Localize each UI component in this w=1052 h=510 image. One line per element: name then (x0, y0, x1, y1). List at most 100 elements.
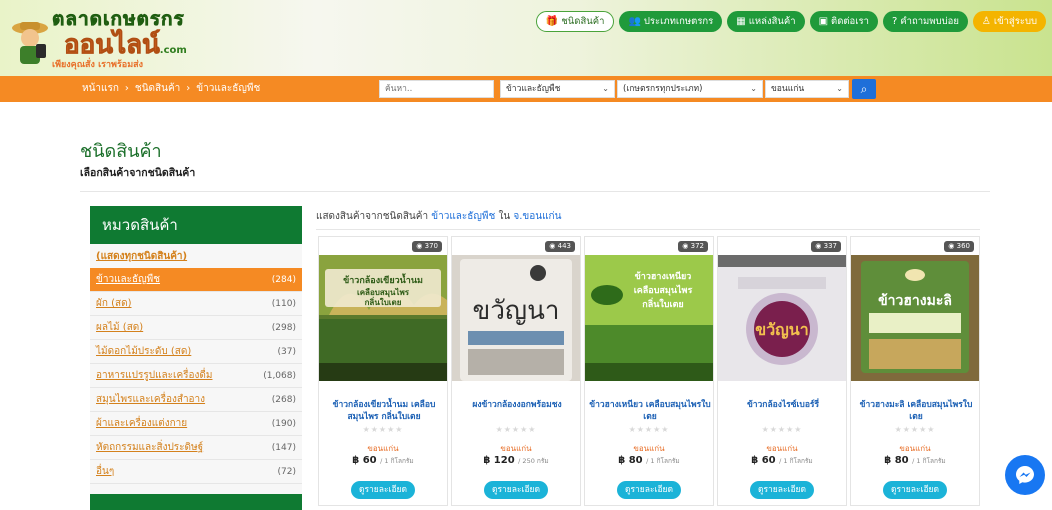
product-image[interactable]: ข้าวกล้องเขียวน้ำนม เคลือบสมุนไพร กลิ่นใ… (319, 255, 447, 381)
farmer-mascot-icon (12, 22, 48, 64)
product-image[interactable]: ขวัญนา (718, 255, 846, 381)
category-sidebar: หมวดสินค้า (แสดงทุกชนิดสินค้า) ข้าวและธั… (90, 206, 302, 510)
divider (316, 229, 980, 230)
listing-summary: แสดงสินค้าจากชนิดสินค้า ข้าวและธัญพืช ใน… (316, 211, 562, 222)
farmer-type-select[interactable]: (เกษตรกรทุกประเภท) ⌄ (617, 80, 763, 98)
nav-login[interactable]: ♙ เข้าสู่ระบบ (972, 11, 1046, 32)
product-province: ขอนแก่น (766, 444, 798, 453)
sidebar-item-flowers[interactable]: ไม้ดอกไม้ประดับ (สด) (37) (90, 340, 302, 364)
breadcrumb-current: ข้าวและธัญพืช (196, 83, 261, 94)
view-count-badge: ◉ 443 (545, 241, 575, 252)
breadcrumb-product-type[interactable]: ชนิดสินค้า (135, 83, 180, 94)
sidebar-show-all[interactable]: (แสดงทุกชนิดสินค้า) (90, 246, 302, 268)
product-name[interactable]: ผงข้าวกล้องงอกพร้อมชง (456, 399, 578, 411)
chevron-right-icon: › (124, 83, 129, 94)
product-price: ฿ 60 / 1 กิโลกรัม (352, 455, 414, 466)
rating-stars: ★★★★★ (362, 425, 404, 434)
search-button[interactable]: ⌕ (852, 79, 876, 99)
product-card[interactable]: ◉ 372 ข้าวฮางเหนียว เคลือบสมุนไพร กลิ่นใ… (584, 236, 714, 506)
svg-text:ขวัญนา: ขวัญนา (755, 320, 808, 340)
svg-text:ขวัญนา: ขวัญนา (473, 296, 560, 326)
nav-farmer-type[interactable]: 👥 ประเภทเกษตรกร (619, 11, 723, 32)
product-card[interactable]: ◉ 370 ข้าวกล้องเขียวน้ำนม เคลือบสมุนไพร … (318, 236, 448, 506)
product-province: ขอนแก่น (633, 444, 665, 453)
chevron-down-icon: ⌄ (602, 84, 609, 93)
chevron-down-icon: ⌄ (750, 84, 757, 93)
chevron-down-icon: ⌄ (836, 84, 843, 93)
search-icon: ⌕ (860, 82, 868, 96)
powder-package-image: ขวัญนา (452, 255, 580, 381)
nav-contact[interactable]: ▣ ติดต่อเรา (809, 11, 878, 32)
sidebar-item-processed-food[interactable]: อาหารแปรรูปและเครื่องดื่ม (1,068) (90, 364, 302, 388)
svg-text:เคลือบสมุนไพร: เคลือบสมุนไพร (634, 284, 693, 296)
user-icon: ♙ (981, 16, 991, 27)
svg-text:เคลือบสมุนไพร: เคลือบสมุนไพร (357, 287, 410, 298)
riceberry-package-image: ขวัญนา (718, 255, 846, 381)
nav-source[interactable]: ▦ แหล่งสินค้า (727, 11, 805, 32)
product-price: ฿ 120 / 250 กรัม (483, 455, 549, 466)
nav-product-type[interactable]: 🎁 ชนิดสินค้า (535, 11, 615, 32)
view-detail-button[interactable]: ดูรายละเอียด (351, 481, 415, 499)
product-name[interactable]: ข้าวกล้องเขียวน้ำนม เคลือบสมุนไพร กลิ่นใ… (323, 399, 445, 423)
category-select[interactable]: ข้าวและธัญพืช ⌄ (500, 80, 615, 98)
product-image[interactable]: ขวัญนา (452, 255, 580, 381)
product-card[interactable]: ◉ 360 ข้าวฮางมะลิ ข้าวฮางมะลิ เคลือบสมุน… (850, 236, 980, 506)
product-card[interactable]: ◉ 443 ขวัญนา ผงข้าวกล้องงอกพร้อมชง ★★★★★… (451, 236, 581, 506)
sidebar-item-textiles[interactable]: ผ้าและเครื่องแต่งกาย (190) (90, 412, 302, 436)
province-select[interactable]: ขอนแก่น ⌄ (765, 80, 849, 98)
product-province: ขอนแก่น (899, 444, 931, 453)
sidebar-item-others[interactable]: อื่นๆ (72) (90, 460, 302, 484)
svg-text:กลิ่นใบเตย: กลิ่นใบเตย (365, 296, 402, 307)
sidebar-item-fruits[interactable]: ผลไม้ (สด) (298) (90, 316, 302, 340)
rating-stars: ★★★★★ (894, 425, 936, 434)
top-navigation: 🎁 ชนิดสินค้า 👥 ประเภทเกษตรกร ▦ แหล่งสินค้า … (535, 11, 1046, 32)
product-province: ขอนแก่น (500, 444, 532, 453)
sidebar-title: หมวดสินค้า (90, 206, 302, 244)
users-icon: 👥 (628, 16, 641, 27)
view-detail-button[interactable]: ดูรายละเอียด (883, 481, 947, 499)
site-logo[interactable]: ตลาดเกษตรกร ออนไลน์.com เพียงคุณสั่ง เรา… (8, 4, 218, 72)
view-detail-button[interactable]: ดูรายละเอียด (484, 481, 548, 499)
product-price: ฿ 80 / 1 กิโลกรัม (884, 455, 946, 466)
rating-stars: ★★★★★ (628, 425, 670, 434)
product-name[interactable]: ข้าวฮางมะลิ เคลือบสมุนไพรใบเตย (855, 399, 977, 423)
messenger-chat-button[interactable] (1005, 455, 1045, 495)
breadcrumb-search-bar: หน้าแรก › ชนิดสินค้า › ข้าวและธัญพืช ค้นหา..… (0, 76, 1052, 102)
rice-package-image: ข้าวฮางเหนียว เคลือบสมุนไพร กลิ่นใบเตย (585, 255, 713, 381)
product-image[interactable]: ข้าวฮางมะลิ (851, 255, 979, 381)
nav-faq[interactable]: ? คำถามพบบ่อย (882, 11, 968, 32)
jasmine-package-image: ข้าวฮางมะลิ (851, 255, 979, 381)
sidebar-next-section (90, 494, 302, 510)
sidebar-item-vegetables[interactable]: ผัก (สด) (110) (90, 292, 302, 316)
search-input[interactable]: ค้นหา.. (379, 80, 494, 98)
page-title: ชนิดสินค้า (80, 141, 162, 162)
rice-package-image: ข้าวกล้องเขียวน้ำนม เคลือบสมุนไพร กลิ่นใ… (319, 255, 447, 381)
breadcrumb-home[interactable]: หน้าแรก (82, 83, 119, 94)
sidebar-item-rice-grains[interactable]: ข้าวและธัญพืช (284) (90, 268, 302, 292)
logo-tagline: เพียงคุณสั่ง เราพร้อมส่ง (52, 60, 144, 70)
rating-stars: ★★★★★ (495, 425, 537, 434)
product-price: ฿ 80 / 1 กิโลกรัม (618, 455, 680, 466)
product-grid: ◉ 370 ข้าวกล้องเขียวน้ำนม เคลือบสมุนไพร … (318, 236, 980, 506)
product-province: ขอนแก่น (367, 444, 399, 453)
product-image[interactable]: ข้าวฮางเหนียว เคลือบสมุนไพร กลิ่นใบเตย (585, 255, 713, 381)
contact-icon: ▣ (818, 16, 829, 27)
view-detail-button[interactable]: ดูรายละเอียด (750, 481, 814, 499)
rating-stars: ★★★★★ (761, 425, 803, 434)
listing-province-link[interactable]: จ.ขอนแก่น (513, 211, 561, 222)
product-card[interactable]: ◉ 337 ขวัญนา ข้าวกล้องไรซ์เบอร์รี่ ★★★★★… (717, 236, 847, 506)
view-count-badge: ◉ 370 (412, 241, 442, 252)
product-name[interactable]: ข้าวกล้องไรซ์เบอร์รี่ (722, 399, 844, 411)
gift-icon: 🎁 (545, 16, 559, 27)
sidebar-item-herbs-cosmetics[interactable]: สมุนไพรและเครื่องสำอาง (268) (90, 388, 302, 412)
sidebar-item-handicrafts[interactable]: หัตถกรรมและสิ่งประดิษฐ์ (147) (90, 436, 302, 460)
page-subtitle: เลือกสินค้าจากชนิดสินค้า (80, 167, 196, 179)
view-count-badge: ◉ 337 (811, 241, 841, 252)
site-header: ตลาดเกษตรกร ออนไลน์.com เพียงคุณสั่ง เรา… (0, 0, 1052, 76)
product-price: ฿ 60 / 1 กิโลกรัม (751, 455, 813, 466)
product-name[interactable]: ข้าวฮางเหนียว เคลือบสมุนไพรใบเตย (589, 399, 711, 423)
map-icon: ▦ (736, 16, 746, 27)
view-detail-button[interactable]: ดูรายละเอียด (617, 481, 681, 499)
listing-category-link[interactable]: ข้าวและธัญพืช (431, 211, 495, 222)
divider (80, 191, 990, 192)
